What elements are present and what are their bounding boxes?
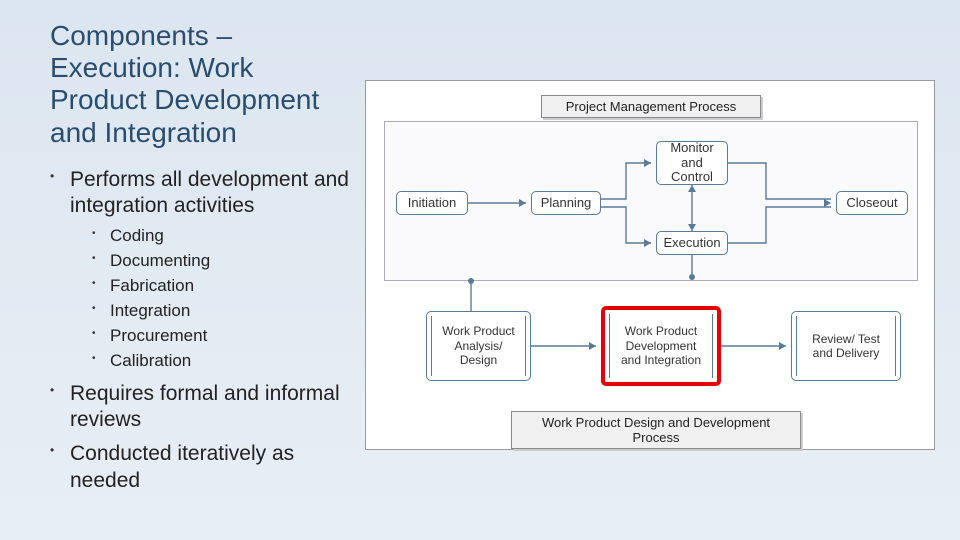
bullet-item: Conducted iteratively as needed	[50, 441, 350, 494]
bullet-list: Performs all development and integration…	[50, 167, 350, 494]
wpdd-process-label: Work Product Design and Development Proc…	[511, 411, 801, 449]
arrows-sub	[366, 81, 936, 401]
sub-bullet-item: Calibration	[92, 350, 350, 373]
bullet-item: Performs all development and integration…	[50, 167, 350, 373]
diagram-panel: Project Management Process Initiation Pl…	[360, 0, 960, 540]
sub-bullet-item: Documenting	[92, 250, 350, 273]
sub-bullet-item: Coding	[92, 225, 350, 248]
slide-title: Components – Execution: Work Product Dev…	[50, 20, 350, 149]
bullet-item: Requires formal and informal reviews	[50, 381, 350, 434]
sub-bullet-item: Integration	[92, 300, 350, 323]
text-panel: Components – Execution: Work Product Dev…	[0, 0, 360, 540]
sub-bullet-item: Fabrication	[92, 275, 350, 298]
bullet-text: Performs all development and integration…	[70, 168, 349, 217]
sub-bullet-list: Coding Documenting Fabrication Integrati…	[92, 225, 350, 373]
sub-bullet-item: Procurement	[92, 325, 350, 348]
process-diagram: Project Management Process Initiation Pl…	[365, 80, 935, 450]
